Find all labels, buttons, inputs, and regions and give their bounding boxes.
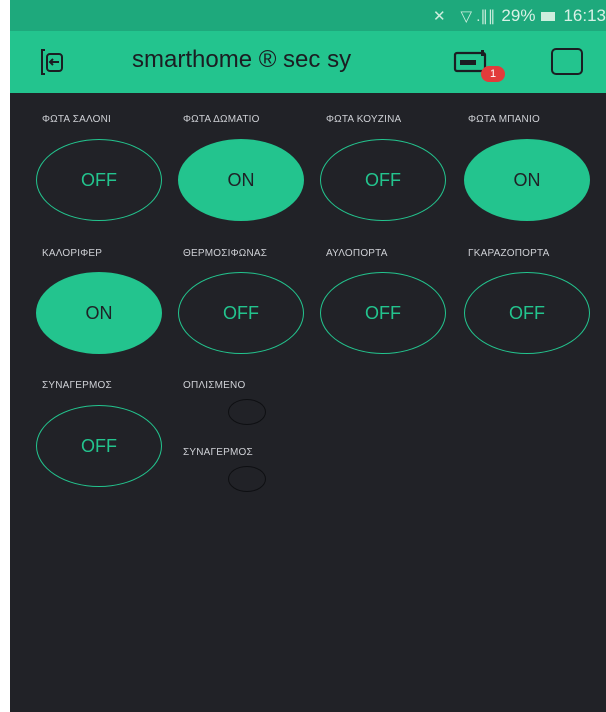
toggle-button-lights-bath[interactable]: ON (464, 139, 590, 221)
signal-icons: ✕ ▽ .∥∥ (432, 8, 496, 25)
button-label: ΚΑΛΟΡΙΦΕΡ (42, 248, 103, 259)
led-label: ΟΠΛΙΣΜΕΝΟ (183, 380, 246, 391)
button-label: ΦΩΤΑ ΔΩΜΑΤΙΟ (183, 114, 260, 125)
toggle-button-lights-kitchen[interactable]: OFF (320, 139, 446, 221)
button-label: ΓΚΑΡΑΖΟΠΟΡΤΑ (468, 248, 550, 259)
button-label: ΘΕΡΜΟΣΙΦΩΝΑΣ (183, 248, 268, 259)
battery-icon (541, 11, 556, 21)
notification-badge: 1 (481, 66, 505, 82)
toggle-button-water-heater[interactable]: OFF (178, 272, 304, 354)
led-indicator-armed (228, 399, 266, 425)
status-bar: ✕ ▽ .∥∥ 29% 16:13 (10, 0, 606, 31)
exit-icon[interactable] (36, 46, 68, 78)
button-label: ΦΩΤΑ ΣΑΛΟΝΙ (42, 114, 112, 125)
led-label: ΣΥΝΑΓΕΡΜΟΣ (183, 447, 253, 458)
led-indicator-alarm (228, 466, 266, 492)
menu-square-button[interactable] (551, 48, 583, 75)
button-label: ΦΩΤΑ ΜΠΑΝΙΟ (468, 114, 540, 125)
button-label: ΣΥΝΑΓΕΡΜΟΣ (42, 380, 112, 391)
battery-percent: 29% (501, 6, 536, 25)
toggle-button-alarm[interactable]: OFF (36, 405, 162, 487)
toggle-button-heater[interactable]: ON (36, 272, 162, 354)
toggle-button-yard-gate[interactable]: OFF (320, 272, 446, 354)
phone-screen: ✕ ▽ .∥∥ 29% 16:13 smarthome ® sec sy 1 Φ… (10, 0, 606, 712)
button-label: ΦΩΤΑ ΚΟΥΖΙΝΑ (326, 114, 402, 125)
toggle-button-lights-room[interactable]: ON (178, 139, 304, 221)
toggle-button-garage-door[interactable]: OFF (464, 272, 590, 354)
app-bar: smarthome ® sec sy 1 (10, 31, 606, 93)
clock: 16:13 (563, 6, 606, 25)
toggle-button-lights-living[interactable]: OFF (36, 139, 162, 221)
app-title: smarthome ® sec sy (132, 46, 352, 73)
button-label: ΑΥΛΟΠΟΡΤΑ (326, 248, 388, 259)
